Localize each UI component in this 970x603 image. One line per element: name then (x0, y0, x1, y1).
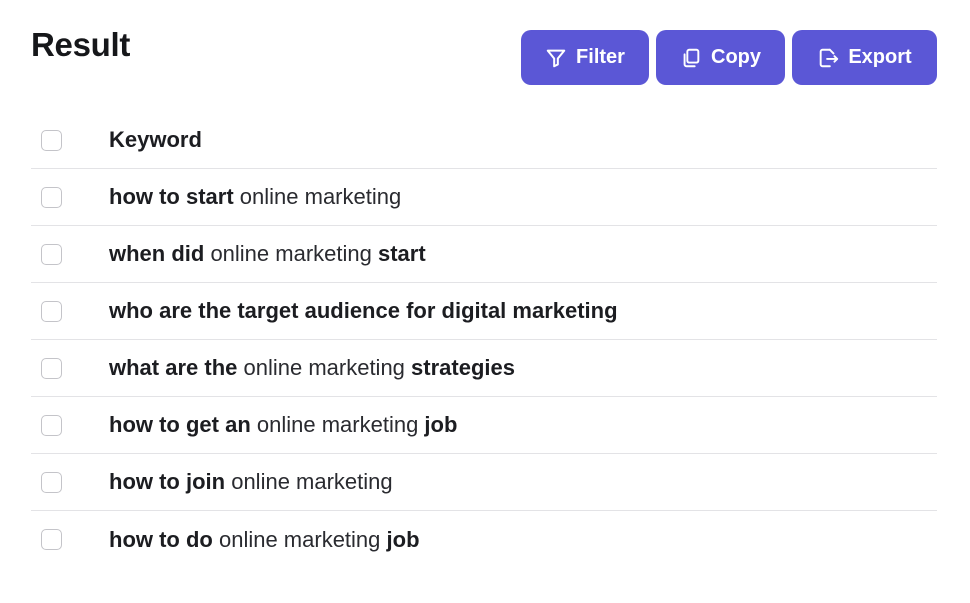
table-row: how to start online marketing (31, 169, 937, 226)
export-button[interactable]: Export (792, 30, 937, 85)
select-all-checkbox[interactable] (41, 129, 62, 151)
keyword-text: online marketing (250, 412, 425, 437)
keyword-highlight: what are the (109, 355, 238, 380)
table-row: who are the target audience for digital … (31, 283, 937, 340)
export-button-label: Export (848, 46, 912, 68)
row-checkbox[interactable] (41, 357, 62, 379)
keyword-text: online marketing (204, 241, 378, 266)
copy-button-label: Copy (711, 46, 761, 68)
keyword-column-header: Keyword (109, 127, 202, 152)
toolbar: Filter Copy Export (521, 30, 937, 85)
row-checkbox[interactable] (41, 300, 62, 322)
table-body: how to start online marketing when did on… (31, 169, 937, 568)
keyword-highlight: job (424, 412, 458, 437)
keyword-highlight: how to get an (109, 412, 251, 437)
keyword-cell: what are the online marketing strategies (109, 355, 515, 381)
table-header-row: Keyword (31, 112, 937, 169)
keyword-cell: how to start online marketing (109, 184, 401, 210)
keyword-table: Keyword how to start online marketing whe… (31, 112, 937, 568)
table-row: what are the online marketing strategies (31, 340, 937, 397)
page-title: Result (31, 26, 131, 63)
keyword-highlight: strategies (411, 355, 515, 380)
row-checkbox[interactable] (41, 414, 62, 436)
keyword-highlight: how to start (109, 184, 234, 209)
filter-icon (545, 47, 567, 69)
keyword-text: online marketing (237, 355, 412, 380)
result-panel: Result Filter Copy Export Keyword how to… (0, 0, 970, 603)
keyword-cell: how to get an online marketing job (109, 412, 457, 438)
row-checkbox[interactable] (41, 471, 62, 493)
keyword-highlight: how to join (109, 469, 226, 494)
keyword-highlight: when did (109, 241, 205, 266)
filter-button-label: Filter (576, 46, 625, 68)
table-row: how to do online marketing job (31, 511, 937, 568)
export-icon (817, 47, 839, 69)
keyword-highlight: who are the target audience for digital … (109, 298, 618, 323)
keyword-cell: when did online marketing start (109, 241, 426, 267)
keyword-highlight: job (386, 526, 420, 552)
keyword-cell: who are the target audience for digital … (109, 298, 618, 324)
row-checkbox[interactable] (41, 186, 62, 208)
table-row: how to get an online marketing job (31, 397, 937, 454)
filter-button[interactable]: Filter (521, 30, 649, 85)
keyword-text: online marketing (225, 469, 393, 494)
keyword-text: online marketing (212, 526, 387, 552)
keyword-highlight: start (377, 241, 426, 266)
keyword-cell: how to do online marketing job (109, 527, 420, 553)
table-row: how to join online marketing (31, 454, 937, 511)
keyword-highlight: how to do (109, 526, 213, 552)
copy-button[interactable]: Copy (656, 30, 785, 85)
keyword-text: online marketing (233, 184, 402, 209)
keyword-cell: how to join online marketing (109, 469, 393, 495)
row-checkbox[interactable] (41, 529, 62, 550)
table-row: when did online marketing start (31, 226, 937, 283)
copy-icon (680, 47, 702, 69)
row-checkbox[interactable] (41, 243, 62, 265)
